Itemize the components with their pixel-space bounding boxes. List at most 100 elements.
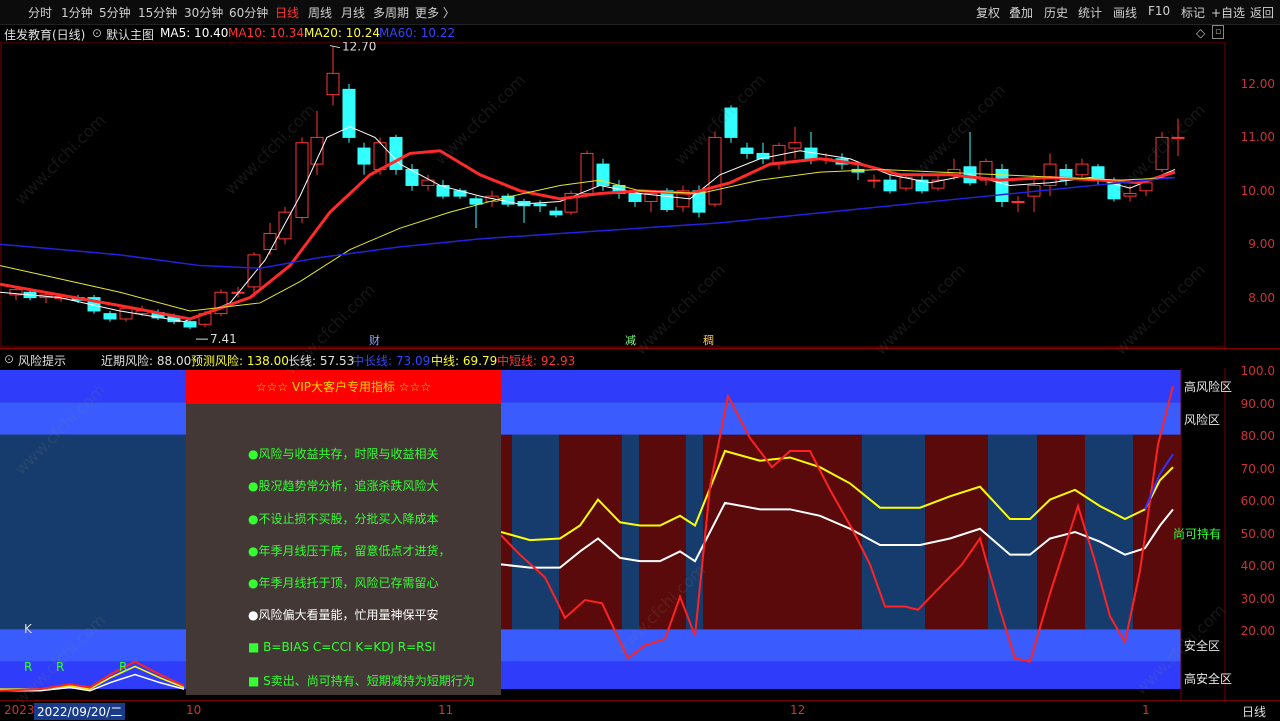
- candle-body[interactable]: [247, 254, 261, 288]
- signal-r: R: [56, 660, 65, 674]
- period-tab[interactable]: 更多 〉: [415, 4, 455, 21]
- zone-band-high-risk: [0, 370, 1181, 403]
- indicator-name[interactable]: 风险提示: [18, 352, 66, 369]
- candle-body[interactable]: [119, 307, 133, 320]
- period-toolbar: 分时 1分钟 5分钟 15分钟 30分钟 60分钟 日线 周线 月线 多周期 更多 〉 复权 叠加 历史统…: [0, 0, 1280, 25]
- toolbar-button[interactable]: 统计: [1078, 4, 1102, 21]
- candle-body[interactable]: [1139, 182, 1153, 192]
- indicator-settings-icon[interactable]: ⊙: [4, 352, 14, 366]
- candle-body[interactable]: [692, 190, 706, 213]
- risk-column: [686, 434, 703, 630]
- low-price-label: 7.41: [210, 332, 237, 346]
- signal-r: R: [119, 660, 128, 674]
- candle-body[interactable]: [263, 233, 277, 251]
- candle-body[interactable]: [580, 152, 594, 194]
- candle-body[interactable]: [1171, 136, 1185, 139]
- period-tab[interactable]: 5分钟: [99, 4, 131, 21]
- promo-line: ●风险与收益共存，时限与收益相关: [248, 447, 439, 461]
- zone-risk: 风险区: [1184, 413, 1221, 427]
- promo-line: ■ S卖出、尚可持有、短期减持为短期行为: [248, 674, 475, 688]
- candle-body[interactable]: [1011, 200, 1025, 203]
- toolbar-button[interactable]: 标记: [1181, 4, 1205, 21]
- period-tab[interactable]: 周线: [308, 4, 332, 21]
- date-tick: 12: [790, 703, 806, 717]
- risk-column: [1085, 434, 1133, 630]
- candle-body[interactable]: [1155, 136, 1169, 170]
- risk-tick: 80.00: [1240, 429, 1275, 443]
- event-marker-finance[interactable]: 财: [369, 333, 380, 347]
- panel-toggle-icon[interactable]: ▫: [1212, 25, 1224, 39]
- main-chart-header: 佳发教育(日线) ⊙ 默认主图 MA5: 10.40 MA10: 10.34 M…: [0, 24, 1225, 42]
- candle-body[interactable]: [533, 203, 547, 207]
- risk-tick: 40.00: [1240, 559, 1275, 573]
- period-tab[interactable]: 多周期: [373, 4, 409, 21]
- toolbar-button[interactable]: 返回: [1250, 4, 1274, 21]
- candle-body[interactable]: [708, 136, 722, 205]
- risk-tick: 30.00: [1240, 592, 1275, 606]
- candlestick-chart[interactable]: 12.70 7.41 财 减 稠: [0, 42, 1280, 348]
- period-tab[interactable]: 月线: [341, 4, 365, 21]
- candle-body[interactable]: [469, 198, 483, 205]
- high-price-label: 12.70: [342, 42, 376, 54]
- ma20-value: MA20: 10.24: [304, 26, 381, 40]
- ma60-value: MA60: 10.22: [379, 26, 456, 40]
- candle-body[interactable]: [1075, 163, 1089, 176]
- promo-line: ●不设止损不买股，分批买入降成本: [248, 512, 439, 526]
- risk-tick: 20.00: [1240, 624, 1275, 638]
- date-axis[interactable]: 2023 2022/09/20/二 10 11 12 1 日线: [0, 700, 1280, 721]
- candle-body[interactable]: [342, 88, 356, 138]
- zone-band-safe: [0, 629, 1181, 662]
- period-tab[interactable]: 60分钟: [229, 4, 268, 21]
- promo-line: ■ B=BIAS C=CCI K=KDJ R=RSI: [248, 640, 436, 654]
- ma5-value: MA5: 10.40: [160, 26, 229, 40]
- candle-body[interactable]: [103, 313, 117, 320]
- template-name[interactable]: 默认主图: [106, 26, 154, 43]
- price-tick: 11.00: [1240, 130, 1275, 144]
- period-tab[interactable]: 30分钟: [184, 4, 223, 21]
- zone-safe: 安全区: [1184, 639, 1221, 653]
- risk-tick: 60.00: [1240, 494, 1275, 508]
- toolbar-button[interactable]: 历史: [1044, 4, 1068, 21]
- period-tab[interactable]: 分时: [28, 4, 52, 21]
- date-tick: 10: [186, 703, 202, 717]
- candle-body[interactable]: [867, 179, 881, 182]
- zone-hold: 尚可持有: [1173, 527, 1222, 541]
- zone-high-risk: 高风险区: [1184, 380, 1233, 394]
- candle-body[interactable]: [326, 72, 340, 96]
- midlong-line-value: 中长线: 73.09: [352, 354, 431, 368]
- toolbar-button[interactable]: 复权: [976, 4, 1000, 21]
- risk-column: [862, 434, 925, 630]
- candle-body[interactable]: [295, 142, 309, 218]
- candle-body[interactable]: [549, 210, 563, 216]
- candle-body[interactable]: [1123, 192, 1137, 197]
- period-tab[interactable]: 1分钟: [61, 4, 93, 21]
- candle-body[interactable]: [628, 192, 642, 202]
- event-marker-reduce[interactable]: 减: [625, 334, 636, 347]
- stock-name[interactable]: 佳发教育(日线): [4, 26, 85, 43]
- candle-body[interactable]: [183, 321, 197, 328]
- diamond-icon[interactable]: ◇: [1196, 26, 1205, 40]
- toolbar-button[interactable]: 叠加: [1009, 4, 1033, 21]
- price-tick: 12.00: [1240, 77, 1275, 91]
- toolbar-button[interactable]: 画线: [1113, 4, 1137, 21]
- candle-body[interactable]: [883, 179, 897, 192]
- candle-body[interactable]: [724, 107, 738, 138]
- toolbar-button[interactable]: F10: [1148, 4, 1170, 18]
- period-tab[interactable]: 日线: [275, 4, 299, 21]
- candle-body[interactable]: [357, 147, 371, 165]
- event-marker-dilute[interactable]: 稠: [703, 333, 714, 347]
- panel-divider: [0, 348, 1280, 349]
- settings-icon[interactable]: ⊙: [92, 26, 102, 40]
- candle-body[interactable]: [788, 142, 802, 149]
- risk-indicator-header: ⊙ 风险提示 近期风险: 88.00 预测风险: 138.00 长线: 57.5…: [0, 350, 1225, 368]
- predict-risk-value: 预测风险: 138.00: [191, 354, 289, 368]
- period-tab[interactable]: 15分钟: [138, 4, 177, 21]
- candle-body[interactable]: [405, 168, 419, 186]
- near-risk-value: 近期风险: 88.00: [101, 354, 192, 368]
- price-tick: 9.00: [1248, 237, 1275, 251]
- toolbar-button[interactable]: +自选: [1211, 4, 1245, 21]
- zone-band-risk: [0, 402, 1181, 435]
- high-price-pointer: [329, 45, 341, 49]
- candle-body[interactable]: [740, 147, 754, 154]
- chart-frame: [0, 42, 1226, 348]
